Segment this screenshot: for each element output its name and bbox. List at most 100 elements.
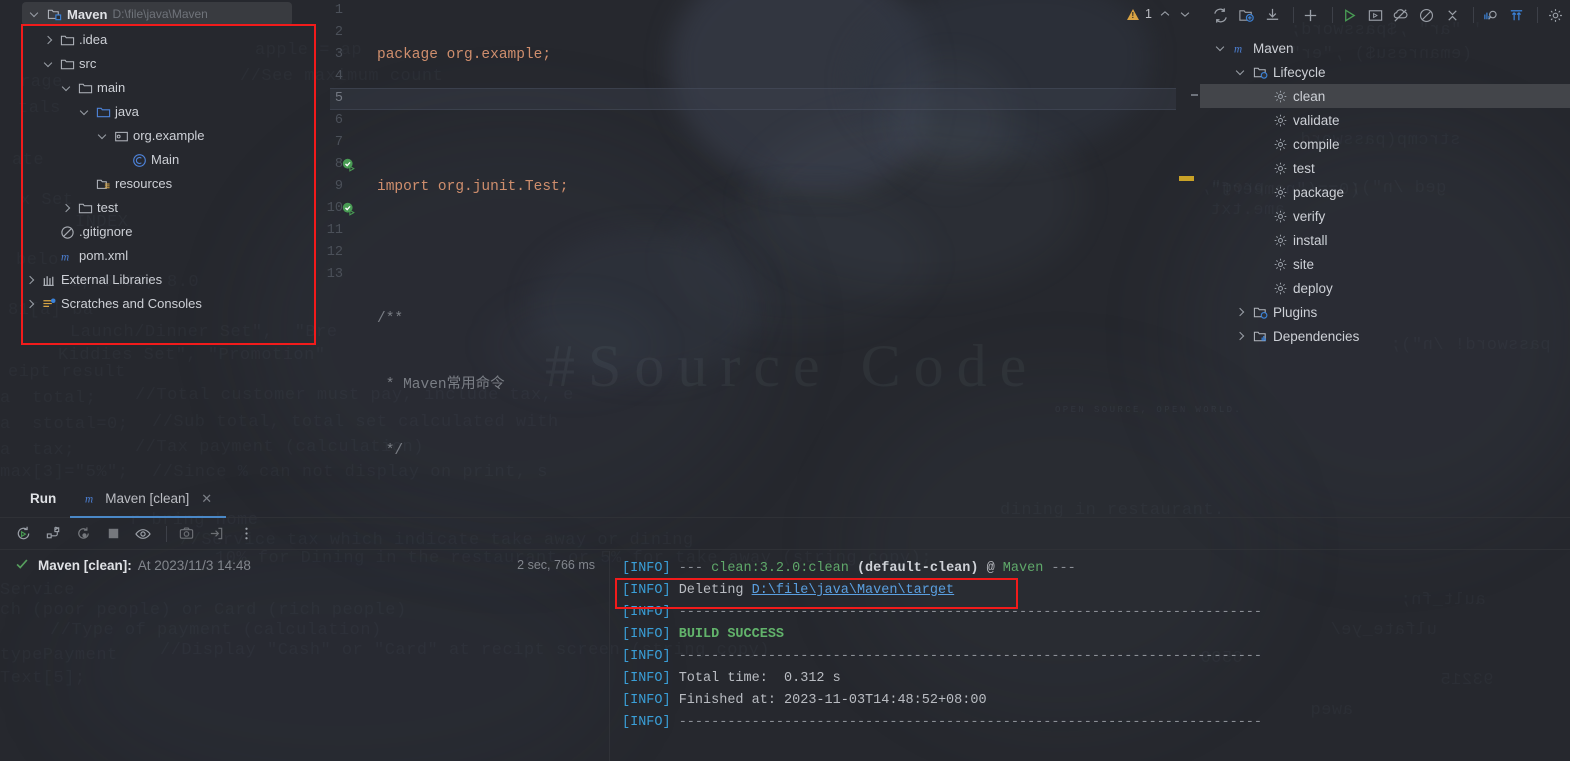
gutter-line[interactable]: 5 [310,88,375,110]
run-maven-build-icon[interactable] [1364,2,1386,28]
project-tree-item[interactable]: .gitignore [0,220,310,244]
project-tree-item[interactable]: java [0,100,310,124]
close-icon[interactable]: ✕ [201,491,212,507]
gutter-line[interactable]: 13 [310,264,375,286]
show-passed-icon[interactable] [130,521,156,547]
gutter-line[interactable]: 8 [310,154,375,176]
editor-inspection-widget[interactable]: 1 [1127,2,1192,26]
maven-tree-item-label: package [1293,184,1345,200]
console-text: [INFO] [622,627,671,642]
folder-icon [78,83,93,93]
chevron-down-icon[interactable] [1234,65,1248,79]
chevron-down-icon[interactable] [78,105,92,119]
project-tree-item[interactable]: Main [0,148,310,172]
chevron-right-icon[interactable] [1234,329,1248,343]
run-panel-tab[interactable]: m Maven [clean] ✕ [70,480,227,518]
gutter-line[interactable]: 6 [310,110,375,132]
rerun-failed-tests-icon[interactable] [40,521,66,547]
maven-tree-item[interactable]: Dependencies [1200,324,1570,348]
chevron-right-icon[interactable] [60,201,74,215]
project-tree-item[interactable]: test [0,196,310,220]
chevron-down-icon[interactable] [96,129,110,143]
download-sources-icon[interactable] [1261,2,1283,28]
maven-tree-item[interactable]: m Maven [1200,36,1570,60]
previous-problem-icon[interactable] [1158,7,1172,21]
project-tree-item[interactable]: src [0,52,310,76]
build-console-output[interactable]: [INFO] --- clean:3.2.0:clean (default-cl… [610,551,1570,761]
gutter-line[interactable]: 10 [310,198,375,220]
rerun-icon[interactable] [10,521,36,547]
more-options-icon[interactable] [233,521,259,547]
maven-tree-item-label: Lifecycle [1273,64,1326,80]
maven-tree-item[interactable]: package [1200,180,1570,204]
export-test-results-icon[interactable] [173,521,199,547]
gutter-line[interactable]: 3 [310,44,375,66]
line-number: 4 [334,69,343,84]
gutter-line[interactable]: 11 [310,220,375,242]
skip-tests-icon[interactable] [1416,2,1438,28]
gutter-line[interactable]: 7 [310,132,375,154]
editor-code-area[interactable]: package org.example; import org.junit.Te… [377,0,1200,480]
maven-tree-item[interactable]: site [1200,252,1570,276]
console-link[interactable]: D:\file\java\Maven\target [752,583,955,598]
project-tree-item[interactable]: org.example [0,124,310,148]
maven-tree-item-selected[interactable]: clean [1200,84,1570,108]
run-tree-pane[interactable]: Maven [clean]: At 2023/11/3 14:48 2 sec,… [0,551,610,761]
settings-icon[interactable] [1544,2,1566,28]
warning-triangle-icon [1127,8,1140,20]
gutter-line[interactable]: 2 [310,22,375,44]
maven-tree-item[interactable]: deploy [1200,276,1570,300]
maven-tree-item[interactable]: Plugins [1200,300,1570,324]
code-editor[interactable]: 1 2 3 4 5 6 7 8 9 10 11 12 13 package org.example; i… [310,0,1200,480]
expand-collapse-icon[interactable] [1506,2,1528,28]
editor-gutter[interactable]: 1 2 3 4 5 6 7 8 9 10 11 12 13 [310,0,375,480]
run-icon[interactable] [1339,2,1361,28]
reload-all-maven-projects-icon[interactable] [1210,2,1232,28]
next-problem-icon[interactable] [1178,7,1192,21]
project-tree-item[interactable]: resources [0,172,310,196]
chevron-right-icon[interactable] [1234,305,1248,319]
gutter-line[interactable]: 1 [310,0,375,22]
maven-tree-item[interactable]: compile [1200,132,1570,156]
project-tree-item[interactable]: .idea [0,28,310,52]
run-panel-tabs[interactable]: Run m Maven [clean] ✕ [0,480,1570,518]
chevron-right-icon[interactable] [24,297,38,311]
maven-goal-tree[interactable]: m Maven Lifecycle clean validate compile test p… [1200,30,1570,348]
add-icon[interactable] [1300,2,1322,28]
chevron-down-icon[interactable] [28,7,42,21]
gutter-line[interactable]: 9 [310,176,375,198]
maven-toolbar[interactable] [1200,0,1570,30]
gutter-line[interactable]: 4 [310,66,375,88]
run-status-row[interactable]: Maven [clean]: At 2023/11/3 14:48 2 sec,… [0,551,609,579]
toggle-offline-mode-icon[interactable] [1390,2,1412,28]
chevron-down-icon[interactable] [42,57,56,71]
maven-tree-item[interactable]: validate [1200,108,1570,132]
scrollbar-warning-marker[interactable] [1179,176,1194,181]
project-tree-item[interactable]: main [0,76,310,100]
chevron-down-icon[interactable] [1214,41,1228,55]
show-dependencies-icon[interactable] [1480,2,1502,28]
gutter-line[interactable]: 12 [310,242,375,264]
toggle-auto-test-icon[interactable] [70,521,96,547]
project-file-tree[interactable]: .idea src main java org.example Main resources… [0,28,310,316]
run-panel-toolbar[interactable] [0,518,1570,550]
maven-tree-item[interactable]: install [1200,228,1570,252]
project-root-row[interactable]: Maven D:\file\java\Maven [22,2,292,26]
run-test-gutter-icon[interactable] [342,202,356,216]
run-panel-tab[interactable]: Run [16,480,70,518]
maven-tree-item[interactable]: Lifecycle [1200,60,1570,84]
stop-icon[interactable] [100,521,126,547]
chevron-right-icon[interactable] [42,33,56,47]
project-tree-item[interactable]: Scratches and Consoles [0,292,310,316]
project-tree-item[interactable]: m pom.xml [0,244,310,268]
chevron-down-icon[interactable] [60,81,74,95]
chevron-right-icon[interactable] [24,273,38,287]
import-test-results-icon[interactable] [203,521,229,547]
maven-tree-item[interactable]: verify [1200,204,1570,228]
project-tree-item[interactable]: External Libraries [0,268,310,292]
collapse-all-icon[interactable] [1441,2,1463,28]
toolbar-separator [1537,7,1539,23]
add-maven-project-icon[interactable] [1236,2,1258,28]
run-test-gutter-icon[interactable] [342,158,356,172]
maven-tree-item[interactable]: test [1200,156,1570,180]
